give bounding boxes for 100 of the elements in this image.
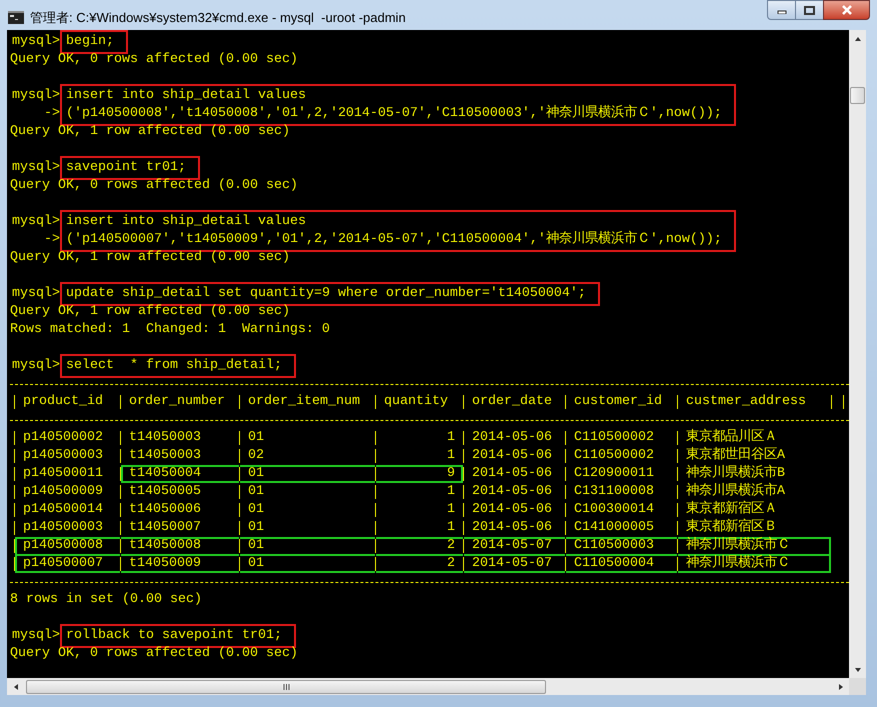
- table-cell-text: C110500002: [573, 429, 655, 447]
- table-cell-text: 神奈川県横浜市B: [685, 465, 786, 482]
- scroll-down-icon: [854, 666, 862, 674]
- table-cell: 2014-05-07: [464, 555, 565, 573]
- table-cell-text: 東京都新宿区Ａ: [685, 501, 778, 518]
- table-cell-text: 02: [247, 447, 265, 465]
- table-cell-text: 2014-05-06: [471, 519, 553, 537]
- table-cell: 神奈川県横浜市Ｃ: [678, 537, 831, 555]
- table-cell-text: p140500011: [22, 465, 104, 483]
- scroll-right-icon: [836, 682, 844, 690]
- table-cell-text: 2014-05-06: [471, 447, 553, 465]
- prompt-text: mysql>: [11, 213, 60, 231]
- table-cell-text: C120900011: [573, 465, 655, 483]
- table-cell-text: 2014-05-06: [471, 483, 553, 501]
- scroll-thumb[interactable]: [26, 680, 546, 694]
- table-cell: 2: [376, 537, 463, 555]
- table-cell: 01: [240, 537, 375, 555]
- table-cell-text: C141000005: [573, 519, 655, 537]
- command-text: rollback to savepoint tr01;: [66, 627, 282, 645]
- table-cell: p140500008: [15, 537, 120, 555]
- console-icon: [8, 11, 24, 24]
- scrollbar-corner: [849, 678, 866, 695]
- output-text: Query OK, 1 row affected (0.00 sec): [10, 123, 291, 141]
- column-header: order_item_num: [247, 393, 361, 411]
- command-text: select * from ship_detail;: [66, 357, 282, 375]
- table-cell-text: 01: [247, 429, 265, 447]
- table-cell-text: p140500003: [22, 447, 104, 465]
- table-cell: 2014-05-07: [464, 537, 565, 555]
- table-cell-text: C100300014: [573, 501, 655, 519]
- table-cell: 2: [376, 555, 463, 573]
- table-cell-text: 01: [247, 483, 265, 501]
- table-cell: t14050009: [121, 555, 239, 573]
- minimize-button[interactable]: [767, 0, 796, 20]
- table-cell-text: p140500002: [22, 429, 104, 447]
- table-cell-text: 01: [247, 501, 265, 519]
- command-text: insert into ship_detail values: [66, 87, 307, 105]
- grip-icon: [282, 684, 290, 690]
- table-cell: 神奈川県横浜市Ｃ: [678, 555, 831, 573]
- table-cell-text: p140500003: [22, 519, 104, 537]
- table-cell: 9: [376, 465, 463, 483]
- prompt-text: ->: [43, 105, 60, 123]
- maximize-icon: [804, 6, 815, 14]
- table-cell-text: p140500009: [22, 483, 104, 501]
- table-cell: 01: [240, 555, 375, 573]
- table-cell: C110500004: [566, 555, 677, 573]
- table-cell-text: 01: [247, 519, 265, 537]
- column-header: product_id: [22, 393, 104, 411]
- table-cell: t14050008: [121, 537, 239, 555]
- table-cell-text: C131100008: [573, 483, 655, 501]
- table-cell-text: 東京都品川区Ａ: [685, 429, 778, 446]
- output-text: Rows matched: 1 Changed: 1 Warnings: 0: [10, 321, 331, 339]
- prompt-text: mysql>: [11, 285, 60, 303]
- table-cell-text: 1: [446, 501, 456, 519]
- table-cell: t14050004: [121, 465, 239, 483]
- command-text: ('p140500008','t14050008','01',2,'2014-05-07','C110500003','神奈川県横浜市Ｃ',now());: [66, 105, 722, 123]
- close-button[interactable]: [823, 0, 870, 20]
- output-text: Query OK, 1 row affected (0.00 sec): [10, 249, 291, 267]
- vertical-scrollbar[interactable]: [849, 30, 866, 695]
- prompt-text: mysql>: [11, 33, 60, 51]
- command-text: ('p140500007','t14050009','01',2,'2014-05-07','C110500004','神奈川県横浜市Ｃ',now());: [66, 231, 722, 249]
- output-text: Query OK, 0 rows affected (0.00 sec): [10, 51, 299, 69]
- table-cell-text: 2014-05-06: [471, 501, 553, 519]
- table-cell: 01: [240, 465, 375, 483]
- column-header: order_date: [471, 393, 553, 411]
- table-cell-text: 東京都新宿区Ｂ: [685, 519, 778, 536]
- column-header: order_number: [128, 393, 226, 411]
- command-text: savepoint tr01;: [66, 159, 186, 177]
- table-cell: p140500007: [15, 555, 120, 573]
- output-text: Query OK, 0 rows affected (0.00 sec): [10, 645, 299, 663]
- column-header: customer_id: [573, 393, 663, 411]
- table-cell-text: 神奈川県横浜市A: [685, 483, 786, 500]
- output-text: 8 rows in set (0.00 sec): [10, 591, 203, 609]
- horizontal-scrollbar[interactable]: [7, 678, 849, 695]
- window-title: 管理者: C:¥Windows¥system32¥cmd.exe - mysql -uroot -padmin: [30, 9, 406, 27]
- column-header: quantity: [383, 393, 449, 411]
- table-cell-text: p140500014: [22, 501, 104, 519]
- prompt-text: ->: [43, 231, 60, 249]
- table-cell-text: t14050005: [128, 483, 202, 501]
- output-text: Query OK, 1 row affected (0.00 sec): [10, 303, 291, 321]
- table-cell-text: 1: [446, 447, 456, 465]
- table-cell-text: 東京都世田谷区A: [685, 447, 786, 464]
- table-cell-text: C110500002: [573, 447, 655, 465]
- prompt-text: mysql>: [11, 159, 60, 177]
- table-cell-text: t14050003: [128, 447, 202, 465]
- command-text: insert into ship_detail values: [66, 213, 307, 231]
- scroll-left-icon: [12, 682, 20, 690]
- prompt-text: mysql>: [11, 627, 60, 645]
- table-cell-text: 2014-05-06: [471, 429, 553, 447]
- scroll-thumb[interactable]: [850, 87, 865, 104]
- prompt-text: mysql>: [11, 87, 60, 105]
- command-text: begin;: [66, 33, 114, 51]
- table-cell-text: t14050003: [128, 429, 202, 447]
- table-cell-text: t14050006: [128, 501, 202, 519]
- table-cell: C110500003: [566, 537, 677, 555]
- table-cell-text: 1: [446, 483, 456, 501]
- output-text: Query OK, 0 rows affected (0.00 sec): [10, 177, 299, 195]
- scroll-up-icon: [854, 34, 862, 42]
- prompt-text: mysql>: [11, 357, 60, 375]
- maximize-button[interactable]: [796, 0, 823, 20]
- close-icon: [840, 5, 852, 15]
